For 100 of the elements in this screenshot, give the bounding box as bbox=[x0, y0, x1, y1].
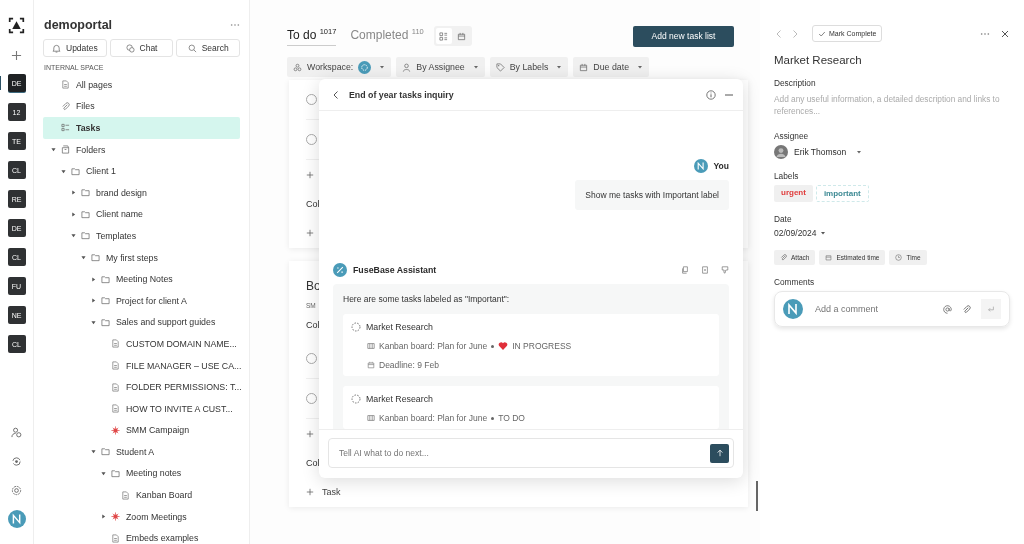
tree-item[interactable]: Files bbox=[43, 95, 240, 118]
workspace-filter[interactable]: Workspace: bbox=[287, 57, 392, 77]
date-filter[interactable]: Due date bbox=[573, 57, 650, 77]
clock-icon bbox=[895, 254, 903, 261]
caret-icon bbox=[556, 64, 563, 70]
caret-icon[interactable] bbox=[91, 276, 96, 282]
chat-input[interactable]: Tell AI what to do next... bbox=[337, 447, 710, 459]
caret-icon bbox=[637, 64, 644, 70]
add-icon[interactable] bbox=[11, 50, 22, 61]
sync-icon[interactable] bbox=[11, 456, 22, 467]
field-label: Labels bbox=[774, 171, 800, 181]
caret-icon[interactable] bbox=[61, 168, 66, 174]
avatar-icon[interactable] bbox=[7, 510, 26, 528]
caret-icon[interactable] bbox=[71, 211, 76, 217]
comment-field[interactable]: Add a comment bbox=[774, 291, 1010, 327]
task-card[interactable]: Market Research Kanban board: Plan for June IN PROGRESS Deadline: 9 Feb bbox=[343, 314, 719, 376]
checklist-icon bbox=[61, 123, 70, 133]
caret-icon[interactable] bbox=[101, 514, 106, 520]
caret-icon[interactable] bbox=[51, 147, 56, 153]
add-icon[interactable] bbox=[306, 430, 314, 438]
field-label: Date bbox=[774, 214, 793, 224]
tree-item[interactable]: FILE MANAGER – USE CA... bbox=[43, 354, 240, 377]
back-icon[interactable] bbox=[331, 89, 341, 100]
caret-icon[interactable] bbox=[81, 255, 86, 261]
scrollbar[interactable] bbox=[756, 481, 758, 511]
tree-item[interactable]: Embeds examples bbox=[43, 527, 240, 544]
info-icon[interactable] bbox=[706, 89, 716, 100]
previous-icon[interactable] bbox=[774, 28, 784, 39]
tree-item[interactable]: FOLDER PERMISSIONS: T... bbox=[43, 376, 240, 398]
caret-icon[interactable] bbox=[71, 190, 76, 196]
status-circle-icon bbox=[351, 394, 361, 404]
calendar-icon bbox=[367, 361, 375, 369]
tree-item[interactable]: All pages bbox=[43, 74, 240, 96]
user-add-icon[interactable] bbox=[11, 427, 22, 438]
caret-icon[interactable] bbox=[71, 233, 76, 239]
search-icon bbox=[187, 43, 197, 53]
tree-item[interactable]: Folders bbox=[43, 138, 240, 161]
person-icon bbox=[402, 62, 412, 72]
caret-icon[interactable] bbox=[101, 471, 106, 476]
tree-item[interactable]: Student A bbox=[43, 441, 240, 463]
avatar-icon bbox=[783, 299, 803, 319]
tab[interactable]: To do $^{1017}$ bbox=[287, 26, 337, 46]
chat-input-field[interactable]: Tell AI what to do next... bbox=[328, 438, 734, 468]
label-tag[interactable]: urgent bbox=[774, 185, 813, 202]
tree-item[interactable]: Tasks bbox=[43, 117, 240, 139]
paperclip-icon[interactable] bbox=[962, 304, 971, 314]
column-label: Col bbox=[306, 458, 320, 468]
tree-item[interactable]: Meeting Notes bbox=[43, 268, 240, 290]
group-icon bbox=[293, 62, 302, 72]
add-task-button[interactable]: Task bbox=[306, 487, 341, 497]
tree-item[interactable]: Client 1 bbox=[43, 160, 240, 182]
labels-filter[interactable]: By Labels bbox=[489, 57, 569, 77]
add-icon[interactable] bbox=[306, 171, 314, 179]
thumbs-down-icon[interactable] bbox=[721, 266, 729, 274]
tree-item[interactable]: Meeting notes bbox=[43, 462, 240, 485]
mention-icon[interactable] bbox=[943, 304, 952, 314]
more-icon[interactable] bbox=[980, 31, 990, 36]
tab[interactable]: Completed $^{110}$ bbox=[350, 26, 424, 46]
settings-icon[interactable] bbox=[11, 485, 22, 496]
copy-icon[interactable] bbox=[681, 266, 689, 274]
send-button[interactable] bbox=[710, 443, 729, 463]
next-icon[interactable] bbox=[790, 28, 800, 39]
tree-item[interactable]: HOW TO INVITE A CUST... bbox=[43, 397, 240, 420]
board-view-button[interactable] bbox=[435, 28, 452, 44]
note-icon[interactable] bbox=[701, 266, 709, 274]
close-icon[interactable] bbox=[1000, 28, 1010, 39]
caret-icon[interactable] bbox=[91, 298, 96, 304]
bell-button[interactable]: Updates bbox=[43, 39, 107, 57]
tree-item[interactable]: Kanban Board bbox=[43, 484, 240, 506]
label-tag[interactable]: important bbox=[815, 185, 869, 202]
add-task-list-button[interactable]: Add new task list bbox=[633, 25, 734, 47]
folder-icon bbox=[81, 188, 90, 198]
date-picker[interactable]: 02/09/2024 bbox=[774, 228, 826, 238]
tree-item[interactable]: Sales and support guides bbox=[43, 311, 240, 334]
tree-item[interactable]: Templates bbox=[43, 225, 240, 247]
folder-icon bbox=[71, 166, 80, 176]
tree-item[interactable]: CUSTOM DOMAIN NAME... bbox=[43, 333, 240, 355]
tree-item[interactable]: brand design bbox=[43, 181, 240, 204]
logo-icon[interactable] bbox=[8, 17, 25, 34]
tag-icon bbox=[495, 62, 505, 72]
tree-item[interactable]: Project for client A bbox=[43, 289, 240, 312]
chat-button[interactable]: Chat bbox=[109, 39, 174, 57]
caret-icon bbox=[819, 230, 826, 236]
tree-item[interactable]: Client name bbox=[43, 203, 240, 226]
task-card[interactable]: Market Research Kanban board: Plan for June TO DO bbox=[343, 386, 719, 429]
tree-item[interactable]: SMM Campaign bbox=[43, 419, 240, 442]
more-icon[interactable] bbox=[230, 23, 240, 27]
assignee-filter[interactable]: By Assignee bbox=[396, 57, 485, 77]
tree-item[interactable]: My first steps bbox=[43, 246, 240, 269]
dropdown-icon[interactable] bbox=[856, 149, 863, 155]
document-icon bbox=[111, 533, 120, 543]
caret-icon[interactable] bbox=[91, 319, 96, 325]
board-name: Kanban board: Plan for June bbox=[379, 413, 488, 423]
search-button[interactable]: Search bbox=[176, 39, 240, 57]
document-icon bbox=[111, 361, 120, 370]
add-icon[interactable] bbox=[306, 229, 314, 237]
caret-icon[interactable] bbox=[91, 449, 96, 455]
task-status: IN PROGRESS bbox=[512, 341, 572, 351]
page-icon bbox=[61, 80, 70, 90]
tree-item[interactable]: Zoom Meetings bbox=[43, 505, 240, 528]
